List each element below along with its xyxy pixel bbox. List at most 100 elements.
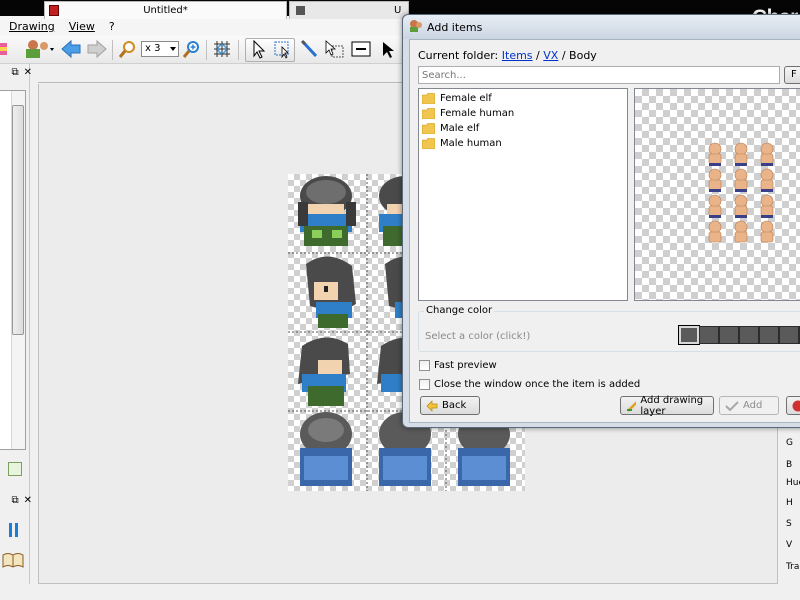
menu-view[interactable]: View <box>69 20 95 33</box>
back-icon <box>426 399 438 412</box>
color-swatch[interactable] <box>699 326 719 344</box>
tab-icon <box>49 5 59 16</box>
folder-label: Male elf <box>440 123 480 134</box>
fast-preview-option[interactable]: Fast preview <box>419 360 497 371</box>
cursor-tool-icon[interactable] <box>378 38 400 60</box>
rect-select-icon[interactable] <box>271 38 293 60</box>
tab-label: U <box>394 5 402 16</box>
color-swatch[interactable] <box>779 326 799 344</box>
character-menu-button[interactable] <box>20 38 56 60</box>
folder-icon <box>422 108 435 119</box>
zoom-value: x 3 <box>145 43 161 54</box>
forward-arrow-icon[interactable] <box>86 38 108 60</box>
label-g: G <box>786 438 793 448</box>
move-layer-icon[interactable] <box>322 38 346 60</box>
color-swatches <box>678 325 800 345</box>
breadcrumb-body: Body <box>569 49 597 62</box>
fast-preview-checkbox[interactable] <box>419 360 430 371</box>
color-swatch[interactable] <box>678 325 700 345</box>
list-item[interactable]: Female human <box>419 106 627 121</box>
status-bar <box>0 584 800 600</box>
folder-list[interactable]: Female elf Female human Male elf Male hu… <box>418 88 628 301</box>
zoom-in-icon[interactable] <box>181 38 203 60</box>
folder-icon <box>422 93 435 104</box>
back-button[interactable]: Back <box>420 396 480 415</box>
close-window-checkbox[interactable] <box>419 379 430 390</box>
body-sprite-preview <box>708 142 774 243</box>
book-icon[interactable] <box>2 552 24 568</box>
back-button-label: Back <box>442 400 467 411</box>
tab-icon <box>296 6 305 15</box>
tab-label: Untitled* <box>143 5 188 16</box>
folder-label: Female elf <box>440 93 492 104</box>
left-panel-header: ⧉ ✕ <box>0 64 36 80</box>
list-item[interactable]: Male human <box>419 136 627 151</box>
add-button[interactable]: Add <box>719 396 779 415</box>
color-swatch[interactable] <box>759 326 779 344</box>
back-arrow-icon[interactable] <box>60 38 82 60</box>
left-scrollbar[interactable] <box>11 91 25 449</box>
close-panel-icon[interactable]: ✕ <box>24 67 32 78</box>
dialog-body: Current folder: Items / VX / Body F Fema… <box>409 39 800 423</box>
breadcrumb-separator: / <box>561 49 566 62</box>
search-input[interactable] <box>418 66 780 84</box>
breadcrumb: Current folder: Items / VX / Body <box>418 49 597 62</box>
pointer-icon[interactable] <box>247 38 269 60</box>
scrollbar-thumb[interactable] <box>12 105 24 335</box>
left-list[interactable] <box>0 90 26 450</box>
add-button-label: Add <box>743 400 763 411</box>
folder-icon <box>422 138 435 149</box>
folder-label: Male human <box>440 138 502 149</box>
float-panel-icon[interactable]: ⧉ <box>11 495 18 506</box>
label-h: H <box>786 498 793 508</box>
toolbar-separator <box>112 40 113 60</box>
app-icon <box>410 20 422 32</box>
chevron-down-icon <box>170 47 176 51</box>
checkmark-icon <box>725 400 739 411</box>
change-color-group: Change color Select a color (click!) <box>418 305 800 352</box>
label-b: B <box>786 460 793 470</box>
list-item[interactable]: Female elf <box>419 91 627 106</box>
close-panel-icon[interactable]: ✕ <box>24 495 32 506</box>
pencil-icon[interactable] <box>298 38 320 60</box>
palette-icon[interactable] <box>0 38 8 60</box>
zoom-select[interactable]: x 3 <box>141 41 179 57</box>
dialog-title: Add items <box>427 20 483 34</box>
minus-frame-icon[interactable] <box>349 38 373 60</box>
zoom-out-icon[interactable] <box>117 38 139 60</box>
breadcrumb-separator: / <box>536 49 540 62</box>
pause-icon[interactable] <box>8 522 20 538</box>
dialog-titlebar[interactable]: Add items <box>403 15 800 39</box>
breadcrumb-vx[interactable]: VX <box>543 49 558 62</box>
menu-help[interactable]: ? <box>109 20 115 33</box>
document-tabs <box>38 64 408 83</box>
list-item[interactable]: Male elf <box>419 121 627 136</box>
cancel-button[interactable] <box>786 396 800 415</box>
layer-toggle-icon[interactable] <box>8 462 22 476</box>
cancel-icon <box>792 400 800 411</box>
tab-untitled[interactable]: Untitled* <box>44 1 287 19</box>
breadcrumb-items[interactable]: Items <box>502 49 533 62</box>
color-swatch[interactable] <box>719 326 739 344</box>
label-v: V <box>786 540 793 550</box>
pencil-icon <box>627 400 637 412</box>
grid-icon[interactable] <box>210 38 234 60</box>
color-hint: Select a color (click!) <box>425 331 531 342</box>
change-color-label: Change color <box>424 305 495 316</box>
label-s: S <box>786 519 792 529</box>
menubar: Drawing View ? <box>0 16 405 36</box>
tab-second[interactable]: U <box>289 1 409 19</box>
color-swatch[interactable] <box>739 326 759 344</box>
toolbar-separator <box>206 40 207 60</box>
add-drawing-layer-button[interactable]: Add drawing layer <box>620 395 714 417</box>
folder-icon <box>422 123 435 134</box>
folder-label: Female human <box>440 108 515 119</box>
add-items-dialog: Add items Current folder: Items / VX / B… <box>402 14 800 428</box>
float-panel-icon[interactable]: ⧉ <box>11 67 18 78</box>
toolbar-separator <box>238 40 239 60</box>
fast-preview-label: Fast preview <box>434 360 497 371</box>
close-window-label: Close the window once the item is added <box>434 379 641 390</box>
menu-drawing[interactable]: Drawing <box>9 20 55 33</box>
close-window-option[interactable]: Close the window once the item is added <box>419 379 640 390</box>
search-button[interactable]: F <box>784 66 800 84</box>
